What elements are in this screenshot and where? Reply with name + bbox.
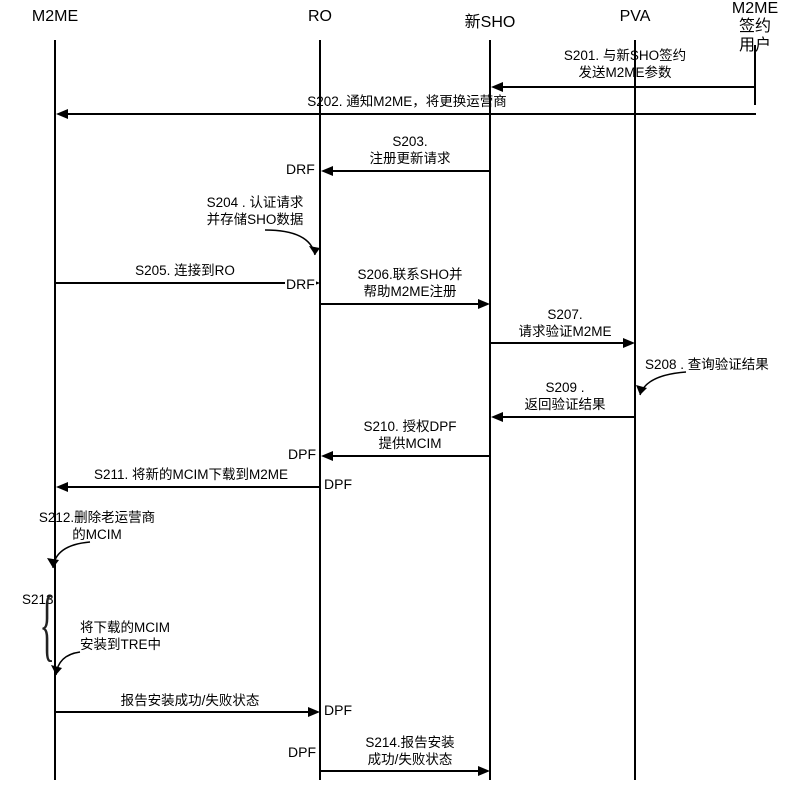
s204-self-arrow-icon: [260, 225, 330, 265]
s202-arrowhead-icon: [56, 109, 68, 119]
actor-new-sho: 新SHO: [465, 8, 516, 32]
s201-arrow: [502, 86, 754, 88]
s202-label: S202. 通知M2ME，将更换运营商: [60, 94, 754, 111]
lifeline-new-sho: [489, 40, 491, 780]
s212-line1: S212.删除老运营商: [22, 510, 172, 527]
s209-line2: 返回验证结果: [495, 397, 635, 414]
s214-line2: 成功/失败状态: [335, 752, 485, 769]
s206-line2: 帮助M2ME注册: [335, 284, 485, 301]
s206-line1: S206.联系SHO并: [335, 267, 485, 284]
s205-arrow: [56, 282, 308, 284]
s207-line1: S207.: [495, 307, 635, 324]
s213-report-arrow: [56, 711, 308, 713]
s213-box: 将下载的MCIM 安装到TRE中: [80, 620, 170, 654]
actor-ro: RO: [308, 8, 332, 26]
s214-line1: S214.报告安装: [335, 735, 485, 752]
s205-label: S205. 连接到RO: [60, 263, 310, 280]
s203-arrowhead-icon: [321, 166, 333, 176]
s209-line1: S209 .: [495, 380, 635, 397]
s213-box-line1: 将下载的MCIM: [80, 620, 170, 637]
s201-line2: 发送M2ME参数: [495, 65, 755, 82]
s211-label: S211. 将新的MCIM下载到M2ME: [66, 467, 316, 484]
s211-arrowhead-icon: [56, 482, 68, 492]
s213-box-line2: 安装到TRE中: [80, 637, 170, 654]
s208-self-arrow-icon: [636, 370, 696, 405]
s207-line2: 请求验证M2ME: [495, 324, 635, 341]
s207-label: S207. 请求验证M2ME: [495, 307, 635, 341]
s209-label: S209 . 返回验证结果: [495, 380, 635, 414]
s210-arrowhead-icon: [321, 451, 333, 461]
s209-arrow: [502, 416, 635, 418]
s209-arrowhead-icon: [491, 412, 503, 422]
s214-label: S214.报告安装 成功/失败状态: [335, 735, 485, 769]
s204-line1: S204 . 认证请求: [190, 195, 320, 212]
dpf-label-s210: DPF: [287, 446, 317, 462]
s206-arrowhead-icon: [478, 299, 490, 309]
s210-line2: 提供MCIM: [335, 436, 485, 453]
s207-arrowhead-icon: [623, 338, 635, 348]
s201-label: S201. 与新SHO签约 发送M2ME参数: [495, 48, 755, 82]
s201-line1: S201. 与新SHO签约: [495, 48, 755, 65]
s214-arrowhead-icon: [478, 766, 490, 776]
lifeline-ro: [319, 40, 321, 780]
s210-label: S210. 授权DPF 提供MCIM: [335, 419, 485, 453]
s207-arrow: [491, 342, 624, 344]
s204-label: S204 . 认证请求 并存储SHO数据: [190, 195, 320, 229]
s203-label: S203. 注册更新请求: [335, 134, 485, 168]
s210-arrow: [332, 455, 489, 457]
s210-line1: S210. 授权DPF: [335, 419, 485, 436]
s211-arrow: [67, 486, 319, 488]
s206-arrow: [321, 303, 478, 305]
s212-label: S212.删除老运营商 的MCIM: [22, 510, 172, 544]
actor-m2me: M2ME: [32, 8, 78, 26]
drf-label-s203: DRF: [285, 161, 316, 177]
dpf-label-s213: DPF: [323, 702, 353, 718]
s213-report-arrowhead-icon: [308, 707, 320, 717]
dpf-label-s211: DPF: [323, 476, 353, 492]
s203-line2: 注册更新请求: [335, 151, 485, 168]
s213-install-arrow-icon: [50, 650, 90, 685]
s203-arrow: [332, 170, 489, 172]
s202-arrow: [67, 113, 756, 115]
actor-pva: PVA: [620, 8, 651, 26]
actor-sub-line1: M2ME: [732, 0, 778, 18]
s213-report-label: 报告安装成功/失败状态: [70, 693, 310, 710]
drf-label-s206: DRF: [285, 276, 316, 292]
s206-label: S206.联系SHO并 帮助M2ME注册: [335, 267, 485, 301]
s212-self-arrow-icon: [45, 540, 100, 580]
dpf-label-s214: DPF: [287, 744, 317, 760]
s203-line1: S203.: [335, 134, 485, 151]
s214-arrow: [321, 770, 478, 772]
s201-arrowhead-icon: [491, 82, 503, 92]
